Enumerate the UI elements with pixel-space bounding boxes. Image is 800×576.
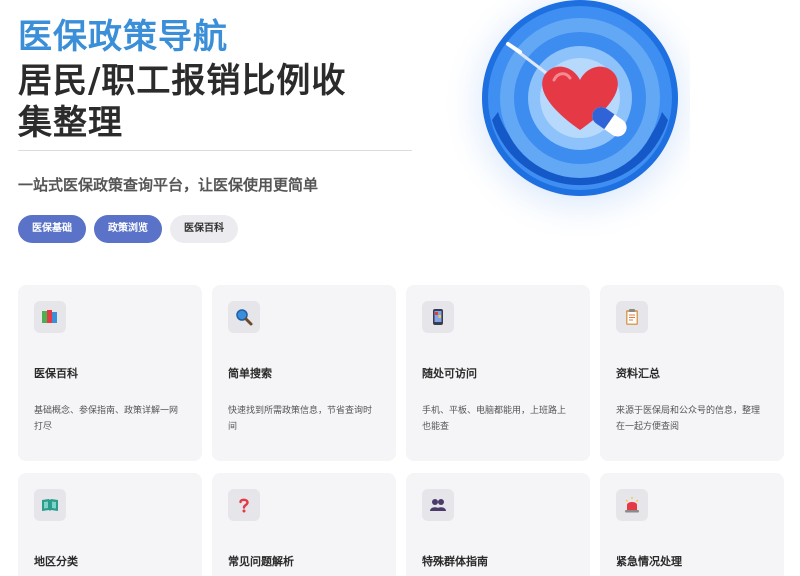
hero-divider (18, 150, 412, 151)
tag-medical-basics[interactable]: 医保基础 (18, 215, 86, 243)
feature-desc: 手机、平板、电脑都能用，上班路上也能查 (422, 406, 567, 432)
siren-icon (616, 489, 648, 521)
tag-policy-browse[interactable]: 政策浏览 (94, 215, 162, 243)
question-mark-icon (228, 489, 260, 521)
feature-title: 常见问题解析 (228, 555, 294, 568)
feature-title: 随处可访问 (422, 367, 477, 380)
feature-title: 地区分类 (34, 555, 78, 568)
feature-title: 特殊群体指南 (422, 555, 488, 568)
feature-card-faq[interactable]: 常见问题解析 (212, 473, 396, 576)
feature-card-access[interactable]: 随处可访问 手机、平板、电脑都能用，上班路上也能查 (406, 285, 590, 461)
feature-card-region[interactable]: 地区分类 (18, 473, 202, 576)
mobile-phone-icon (422, 301, 454, 333)
books-icon (34, 301, 66, 333)
feature-card-emergency[interactable]: 紧急情况处理 (600, 473, 784, 576)
clipboard-icon (616, 301, 648, 333)
feature-card-encyclopedia[interactable]: 医保百科 基础概念、参保指南、政策详解一网打尽 (18, 285, 202, 461)
hero-section: 医保政策导航 居民/职工报销比例收集整理 一站式医保政策查询平台，让医保使用更简… (0, 0, 800, 280)
feature-title: 紧急情况处理 (616, 555, 682, 568)
feature-card-search[interactable]: 简单搜索 快速找到所需政策信息，节省查询时间 (212, 285, 396, 461)
tag-list: 医保基础 政策浏览 医保百科 (18, 215, 238, 243)
feature-title: 简单搜索 (228, 367, 272, 380)
feature-desc: 快速找到所需政策信息，节省查询时间 (228, 406, 373, 432)
map-book-icon (34, 489, 66, 521)
feature-card-summary[interactable]: 资料汇总 来源于医保局和公众号的信息，整理在一起方便查阅 (600, 285, 784, 461)
magnifier-icon (228, 301, 260, 333)
feature-grid: 医保百科 基础概念、参保指南、政策详解一网打尽 简单搜索 快速找到所需政策信息，… (18, 285, 786, 576)
hero-title-main: 居民/职工报销比例收集整理 (18, 61, 347, 143)
feature-title: 资料汇总 (616, 367, 660, 380)
feature-desc: 基础概念、参保指南、政策详解一网打尽 (34, 406, 179, 432)
people-icon (422, 489, 454, 521)
feature-desc: 来源于医保局和公众号的信息，整理在一起方便查阅 (616, 406, 761, 432)
feature-card-special-groups[interactable]: 特殊群体指南 (406, 473, 590, 576)
tag-encyclopedia[interactable]: 医保百科 (170, 215, 238, 243)
hero-subtitle: 一站式医保政策查询平台，让医保使用更简单 (18, 176, 319, 194)
feature-title: 医保百科 (34, 367, 78, 380)
hero-text: 医保政策导航 居民/职工报销比例收集整理 (18, 14, 418, 144)
hero-title-accent: 医保政策导航 (18, 17, 228, 57)
heart-target-illustration (440, 0, 690, 250)
